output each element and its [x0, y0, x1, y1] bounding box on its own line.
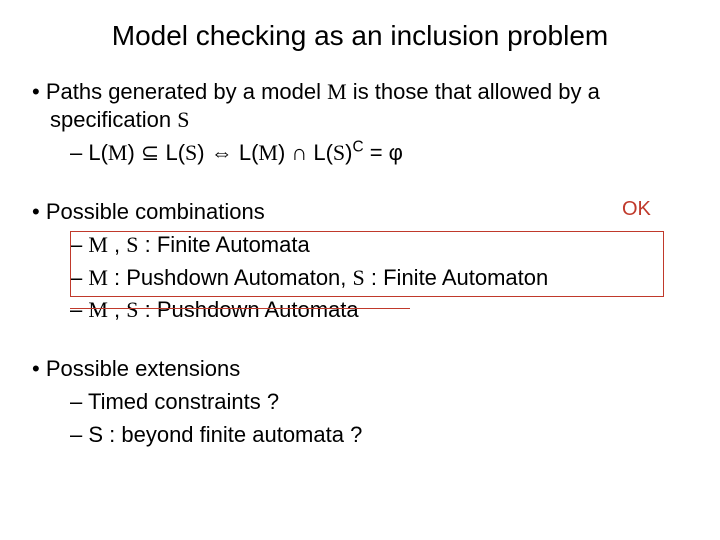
symbol-M: M — [88, 232, 108, 257]
text: ) ∩ L( — [278, 140, 333, 165]
bullet-combinations: Possible combinations — [28, 198, 692, 226]
text: S : beyond finite automata ? — [88, 422, 362, 447]
slide: Model checking as an inclusion problem P… — [0, 0, 720, 540]
text: : Finite Automaton — [365, 265, 548, 290]
symbol-S: S — [333, 140, 345, 165]
slide-title: Model checking as an inclusion problem — [28, 20, 692, 52]
symbol-M: M — [258, 140, 278, 165]
text: L( — [88, 140, 108, 165]
text: Timed constraints ? — [88, 389, 279, 414]
symbol-S: S — [353, 265, 365, 290]
text: Paths generated by a model — [46, 79, 327, 104]
bullet-ext-2: S : beyond finite automata ? — [28, 421, 692, 450]
symbol-S: S — [185, 140, 197, 165]
text: ) ⇔ L( — [197, 140, 258, 165]
section-combinations: Possible combinations M , S : Finite Aut… — [28, 198, 692, 325]
bullet-formula: L(M) ⊆ L(S) ⇔ L(M) ∩ L(S)C = φ — [28, 139, 692, 168]
text: Possible extensions — [46, 356, 240, 381]
bullet-paths: Paths generated by a model M is those th… — [28, 78, 692, 133]
text: = φ — [364, 140, 403, 165]
text: : Pushdown Automata — [139, 297, 359, 322]
symbol-S: S — [126, 232, 138, 257]
bullet-ext-1: Timed constraints ? — [28, 388, 692, 417]
symbol-M: M — [108, 140, 128, 165]
symbol-S: S — [177, 107, 189, 132]
text: , — [108, 232, 126, 257]
symbol-S: S — [126, 297, 138, 322]
bullet-extensions: Possible extensions — [28, 355, 692, 383]
bullet-comb-3: M , S : Pushdown Automata — [28, 296, 692, 325]
bullet-comb-1: M , S : Finite Automata — [28, 231, 692, 260]
superscript-C: C — [352, 139, 363, 156]
bullet-comb-2: M : Pushdown Automaton, S : Finite Autom… — [28, 264, 692, 293]
section-extensions: Possible extensions Timed constraints ? … — [28, 355, 692, 450]
text: ) ⊆ L( — [127, 140, 185, 165]
symbol-M: M — [88, 297, 108, 322]
text: Possible combinations — [46, 199, 265, 224]
text: , — [108, 297, 126, 322]
section-paths: Paths generated by a model M is those th… — [28, 78, 692, 168]
text: : Pushdown Automaton, — [108, 265, 353, 290]
symbol-M: M — [88, 265, 108, 290]
text: : Finite Automata — [139, 232, 310, 257]
symbol-M: M — [327, 79, 347, 104]
